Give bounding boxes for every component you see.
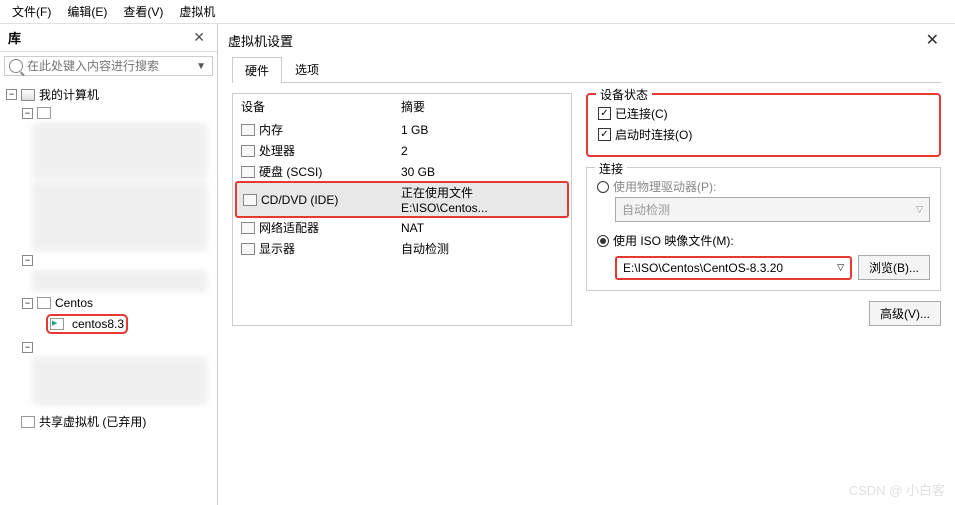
- close-icon[interactable]: ✕: [920, 30, 945, 50]
- shared-vm-label: 共享虚拟机 (已弃用): [39, 413, 146, 430]
- collapse-icon[interactable]: −: [22, 108, 33, 119]
- collapse-icon[interactable]: −: [6, 89, 17, 100]
- processor-icon: [241, 145, 255, 157]
- tree-item[interactable]: −: [2, 253, 215, 268]
- tree-shared-vm[interactable]: 共享虚拟机 (已弃用): [2, 411, 215, 432]
- iso-path-dropdown[interactable]: E:\ISO\Centos\CentOS-8.3.20 ▽: [615, 256, 852, 280]
- tree-centos-vm[interactable]: centos8.3: [2, 312, 215, 336]
- radio-use-iso[interactable]: 使用 ISO 映像文件(M):: [597, 230, 930, 251]
- computer-icon: [21, 89, 35, 101]
- collapse-icon[interactable]: −: [22, 342, 33, 353]
- connection-fieldset: 连接 使用物理驱动器(P): 自动检测 ▽ 使用 ISO 映像文件(M):: [586, 167, 941, 291]
- menu-file[interactable]: 文件(F): [4, 1, 59, 22]
- watermark: CSDN @ 小白客: [849, 480, 945, 499]
- radio-physical-drive[interactable]: 使用物理驱动器(P):: [597, 176, 930, 197]
- centos-vm-label: centos8.3: [72, 317, 124, 331]
- vm-settings-dialog: 虚拟机设置 ✕ 硬件 选项 设备 摘要 内存 1 GB 处理器 2: [218, 24, 955, 505]
- menu-vm[interactable]: 虚拟机: [171, 1, 223, 22]
- connection-title: 连接: [595, 160, 627, 177]
- network-icon: [241, 222, 255, 234]
- tree-centos-folder[interactable]: − Centos: [2, 294, 215, 312]
- collapse-icon[interactable]: −: [22, 298, 33, 309]
- device-row-cddvd[interactable]: CD/DVD (IDE) 正在使用文件 E:\ISO\Centos...: [235, 181, 569, 218]
- blurred-content: [32, 357, 207, 405]
- device-row-memory[interactable]: 内存 1 GB: [233, 119, 571, 140]
- device-row-network[interactable]: 网络适配器 NAT: [233, 217, 571, 238]
- tab-hardware[interactable]: 硬件: [232, 57, 282, 83]
- tree-my-computer[interactable]: − 我的计算机: [2, 84, 215, 105]
- library-sidebar: 库 ✕ ▼ − 我的计算机 − − −: [0, 24, 218, 505]
- blurred-content: [32, 181, 207, 251]
- dialog-title: 虚拟机设置: [228, 31, 920, 50]
- tree-item[interactable]: −: [2, 340, 215, 355]
- search-input[interactable]: [27, 59, 194, 73]
- checkbox-icon: ✓: [598, 107, 611, 120]
- device-row-display[interactable]: 显示器 自动检测: [233, 238, 571, 259]
- menu-view[interactable]: 查看(V): [115, 1, 171, 22]
- checkbox-connected[interactable]: ✓ 已连接(C): [598, 103, 929, 124]
- tree-item[interactable]: −: [2, 105, 215, 121]
- tab-options[interactable]: 选项: [282, 56, 332, 82]
- col-summary: 摘要: [401, 98, 425, 115]
- browse-button[interactable]: 浏览(B)...: [858, 255, 930, 280]
- my-computer-label: 我的计算机: [39, 86, 99, 103]
- radio-icon: [597, 235, 609, 247]
- folder-icon: [37, 297, 51, 309]
- device-list: 设备 摘要 内存 1 GB 处理器 2 硬盘 (SCSI) 30 GB CD/D…: [232, 93, 572, 326]
- radio-icon: [597, 181, 609, 193]
- memory-icon: [241, 124, 255, 136]
- disk-icon: [241, 166, 255, 178]
- folder-icon: [21, 416, 35, 428]
- cd-icon: [243, 194, 257, 206]
- centos-folder-label: Centos: [55, 296, 93, 310]
- device-row-processor[interactable]: 处理器 2: [233, 140, 571, 161]
- folder-icon: [37, 107, 51, 119]
- device-detail-panel: 设备状态 ✓ 已连接(C) ✓ 启动时连接(O) 连接 使用物理驱动器(P):: [586, 93, 941, 326]
- chevron-down-icon[interactable]: ▼: [194, 61, 208, 72]
- blurred-content: [32, 270, 207, 292]
- advanced-button[interactable]: 高级(V)...: [869, 301, 941, 326]
- search-icon: [9, 59, 23, 73]
- vm-tree: − 我的计算机 − − − Centos cento: [0, 80, 217, 505]
- col-device: 设备: [241, 98, 401, 115]
- menu-edit[interactable]: 编辑(E): [59, 1, 115, 22]
- device-row-disk[interactable]: 硬盘 (SCSI) 30 GB: [233, 161, 571, 182]
- library-title: 库: [8, 28, 189, 47]
- status-title: 设备状态: [596, 86, 652, 103]
- display-icon: [241, 243, 255, 255]
- device-status-fieldset: 设备状态 ✓ 已连接(C) ✓ 启动时连接(O): [586, 93, 941, 157]
- chevron-down-icon: ▽: [916, 204, 923, 215]
- checkbox-icon: ✓: [598, 128, 611, 141]
- blurred-content: [32, 123, 207, 179]
- checkbox-connect-at-start[interactable]: ✓ 启动时连接(O): [598, 124, 929, 145]
- chevron-down-icon: ▽: [837, 262, 844, 273]
- physical-drive-dropdown: 自动检测 ▽: [615, 197, 930, 222]
- close-icon[interactable]: ✕: [189, 29, 209, 46]
- search-box[interactable]: ▼: [4, 56, 213, 76]
- vm-icon: [50, 318, 64, 330]
- collapse-icon[interactable]: −: [22, 255, 33, 266]
